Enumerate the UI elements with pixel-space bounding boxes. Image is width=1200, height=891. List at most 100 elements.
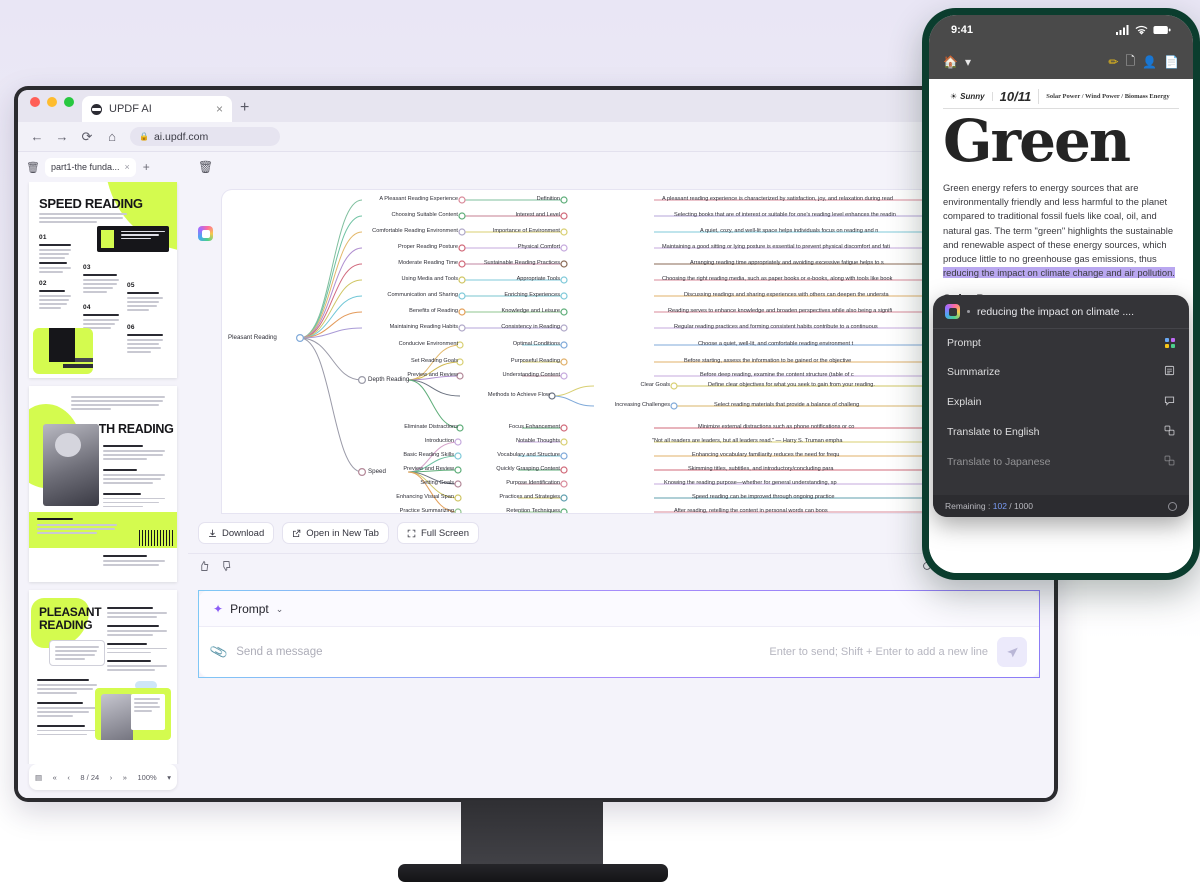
mindmap-detail[interactable]: Define clear objectives for what you see… [708, 382, 875, 388]
mindmap-detail[interactable]: Discussing readings and sharing experien… [684, 292, 889, 298]
mindmap-node[interactable]: Quickly Grasping Content [464, 466, 560, 472]
mindmap-node[interactable]: Choosing Suitable Content [340, 212, 458, 218]
page-thumbnail[interactable]: DEPTH READING [29, 386, 177, 582]
mindmap-node[interactable]: Set Reading Goals [344, 358, 458, 364]
mindmap-node[interactable]: Practice Summarizing [340, 508, 454, 513]
delete-icon[interactable]: 🗑 [26, 161, 40, 174]
message-input[interactable]: Send a message [236, 646, 322, 658]
mindmap-detail[interactable]: Enhancing vocabulary familiarity reduces… [692, 452, 839, 458]
mindmap-detail[interactable]: After reading, retelling the content in … [674, 508, 828, 513]
home-icon[interactable]: 🏠 [943, 55, 958, 69]
mindmap-detail[interactable]: Arranging reading time appropriately and… [690, 260, 884, 266]
last-page-button[interactable]: » [123, 773, 127, 782]
home-icon[interactable]: ⌂ [105, 129, 119, 144]
highlighter-icon[interactable]: ✏ [1108, 55, 1118, 69]
window-controls[interactable] [30, 90, 74, 122]
mindmap-detail[interactable]: Skimming titles, subtitles, and introduc… [688, 466, 834, 472]
mindmap-node[interactable]: Practices and Strategies [464, 494, 560, 500]
composer-mode-selector[interactable]: ✦ Prompt ⌄ [199, 591, 1039, 626]
page-navigation-bar[interactable]: ▤ « ‹ 8 / 24 › » 100% ▾ [29, 764, 177, 790]
mindmap-node[interactable]: Maintaining Reading Habits [340, 324, 458, 330]
mindmap-node[interactable]: Appropriate Tools [464, 276, 560, 282]
thumbnail-view-icon[interactable]: ▤ [35, 773, 42, 782]
reload-icon[interactable]: ⟳ [80, 129, 94, 145]
back-icon[interactable]: ← [30, 129, 44, 144]
maximize-window-button[interactable] [64, 96, 74, 107]
mindmap-node[interactable]: Increasing Challenges [574, 402, 670, 408]
mindmap-node[interactable]: Moderate Reading Time [340, 260, 458, 266]
mindmap-detail[interactable]: Before starting, assess the information … [684, 358, 851, 364]
chevron-down-icon[interactable]: ▾ [167, 773, 171, 782]
ai-action-popup[interactable]: reducing the impact on climate .... Prom… [933, 295, 1189, 517]
pages-icon[interactable]: 📄 [1164, 55, 1179, 69]
mindmap-detail[interactable]: Regular reading practices and forming co… [674, 324, 878, 330]
mindmap-node[interactable]: Conducive Environment [344, 341, 458, 347]
mindmap-detail[interactable]: "Not all readers are leaders, but all le… [652, 438, 843, 444]
chevron-down-icon[interactable]: ▾ [965, 55, 971, 69]
mindmap-root-node[interactable]: Pleasant Reading [228, 334, 277, 341]
mindmap-detail[interactable]: Knowing the reading purpose—whether for … [664, 480, 837, 486]
page-thumbnail[interactable]: SPEED READING 01 02 03 04 05 06 [29, 182, 177, 378]
zoom-level[interactable]: 100% [137, 773, 156, 782]
mindmap-node[interactable]: Understanding Content [464, 372, 560, 378]
prev-page-button[interactable]: ‹ [67, 773, 70, 782]
mindmap-node[interactable]: Proper Reading Posture [340, 244, 458, 250]
mindmap-node[interactable]: Enhancing Visual Span [340, 494, 454, 500]
mindmap-detail[interactable]: Selecting books that are of interest or … [674, 212, 896, 218]
mindmap-node[interactable]: Purposeful Reading [464, 358, 560, 364]
page-thumbnail[interactable]: PLEASANT READING [29, 590, 177, 764]
first-page-button[interactable]: « [53, 773, 57, 782]
address-bar[interactable]: 🔒 ai.updf.com [130, 127, 280, 146]
mindmap-node[interactable]: Introduction [340, 438, 454, 444]
mindmap-detail[interactable]: Choosing the right reading media, such a… [662, 276, 892, 282]
mindmap-node[interactable]: Benefits of Reading [340, 308, 458, 314]
add-file-button[interactable]: + [143, 160, 150, 174]
mindmap-node[interactable]: Preview and Review [340, 466, 454, 472]
mindmap-node[interactable]: Enriching Experiences [464, 292, 560, 298]
popup-item-summarize[interactable]: Summarize [933, 357, 1189, 387]
mindmap-node[interactable]: Interest and Level [464, 212, 560, 218]
chevron-down-icon[interactable]: ⌄ [276, 604, 284, 615]
forward-icon[interactable]: → [55, 129, 69, 144]
mindmap-node[interactable]: Vocabulary and Structure [464, 452, 560, 458]
browser-tab[interactable]: UPDF AI × [82, 96, 232, 122]
file-tab[interactable]: part1-the funda... × [44, 157, 136, 177]
copy-icon[interactable]: 🗋 [1125, 52, 1135, 73]
popup-item-translate-japanese[interactable]: Translate to Japanese [933, 447, 1189, 477]
mindmap-node[interactable]: Optimal Conditions [464, 341, 560, 347]
next-page-button[interactable]: › [110, 773, 113, 782]
mindmap-node[interactable]: Communication and Sharing [340, 292, 458, 298]
mindmap-node[interactable]: Consistency in Reading [464, 324, 560, 330]
mindmap-detail[interactable]: Reading serves to enhance knowledge and … [668, 308, 892, 314]
send-button[interactable] [997, 637, 1027, 667]
mindmap-node[interactable]: Comfortable Reading Environment [340, 228, 458, 234]
close-file-icon[interactable]: × [125, 162, 130, 172]
mindmap-node[interactable]: Setting Goals [340, 480, 454, 486]
mindmap-node[interactable]: Definition [464, 196, 560, 202]
mindmap-node[interactable]: Preview and Review [344, 372, 458, 378]
person-icon[interactable]: 👤 [1142, 55, 1157, 69]
mindmap-node[interactable]: Clear Goals [574, 382, 670, 388]
mindmap-node[interactable]: A Pleasant Reading Experience [340, 196, 458, 202]
message-input-row[interactable]: 📎 Send a message Enter to send; Shift + … [199, 626, 1039, 677]
document-body[interactable]: Green energy refers to energy sources th… [943, 181, 1179, 280]
mindmap-node[interactable]: Purpose Identification [464, 480, 560, 486]
mindmap-node[interactable]: Focus Enhancement [464, 424, 560, 430]
highlighted-text[interactable]: reducing the impact on climate change an… [943, 267, 1175, 279]
thumbs-down-icon[interactable] [220, 560, 232, 572]
mindmap-node[interactable]: Notable Thoughts [464, 438, 560, 444]
thumbs-up-icon[interactable] [198, 560, 210, 572]
mindmap-detail[interactable]: Maintaining a good sitting or lying post… [662, 244, 890, 250]
minimize-window-button[interactable] [47, 96, 57, 107]
prompt-composer[interactable]: ✦ Prompt ⌄ 📎 Send a message Enter to sen… [198, 590, 1040, 678]
mindmap-canvas[interactable]: Pleasant Reading Depth Reading Speed A P… [222, 190, 1040, 513]
delete-chat-icon[interactable]: 🗑 [198, 160, 213, 174]
popup-item-translate-english[interactable]: Translate to English [933, 417, 1189, 447]
open-new-tab-button[interactable]: Open in New Tab [282, 522, 389, 544]
mindmap-node[interactable]: Sustainable Reading Practices [464, 260, 560, 266]
popup-item-explain[interactable]: Explain [933, 387, 1189, 417]
mindmap-node[interactable]: Physical Comfort [464, 244, 560, 250]
mindmap-detail[interactable]: Minimize external distractions such as p… [698, 424, 854, 430]
full-screen-button[interactable]: Full Screen [396, 522, 480, 544]
new-tab-button[interactable]: + [240, 99, 249, 122]
